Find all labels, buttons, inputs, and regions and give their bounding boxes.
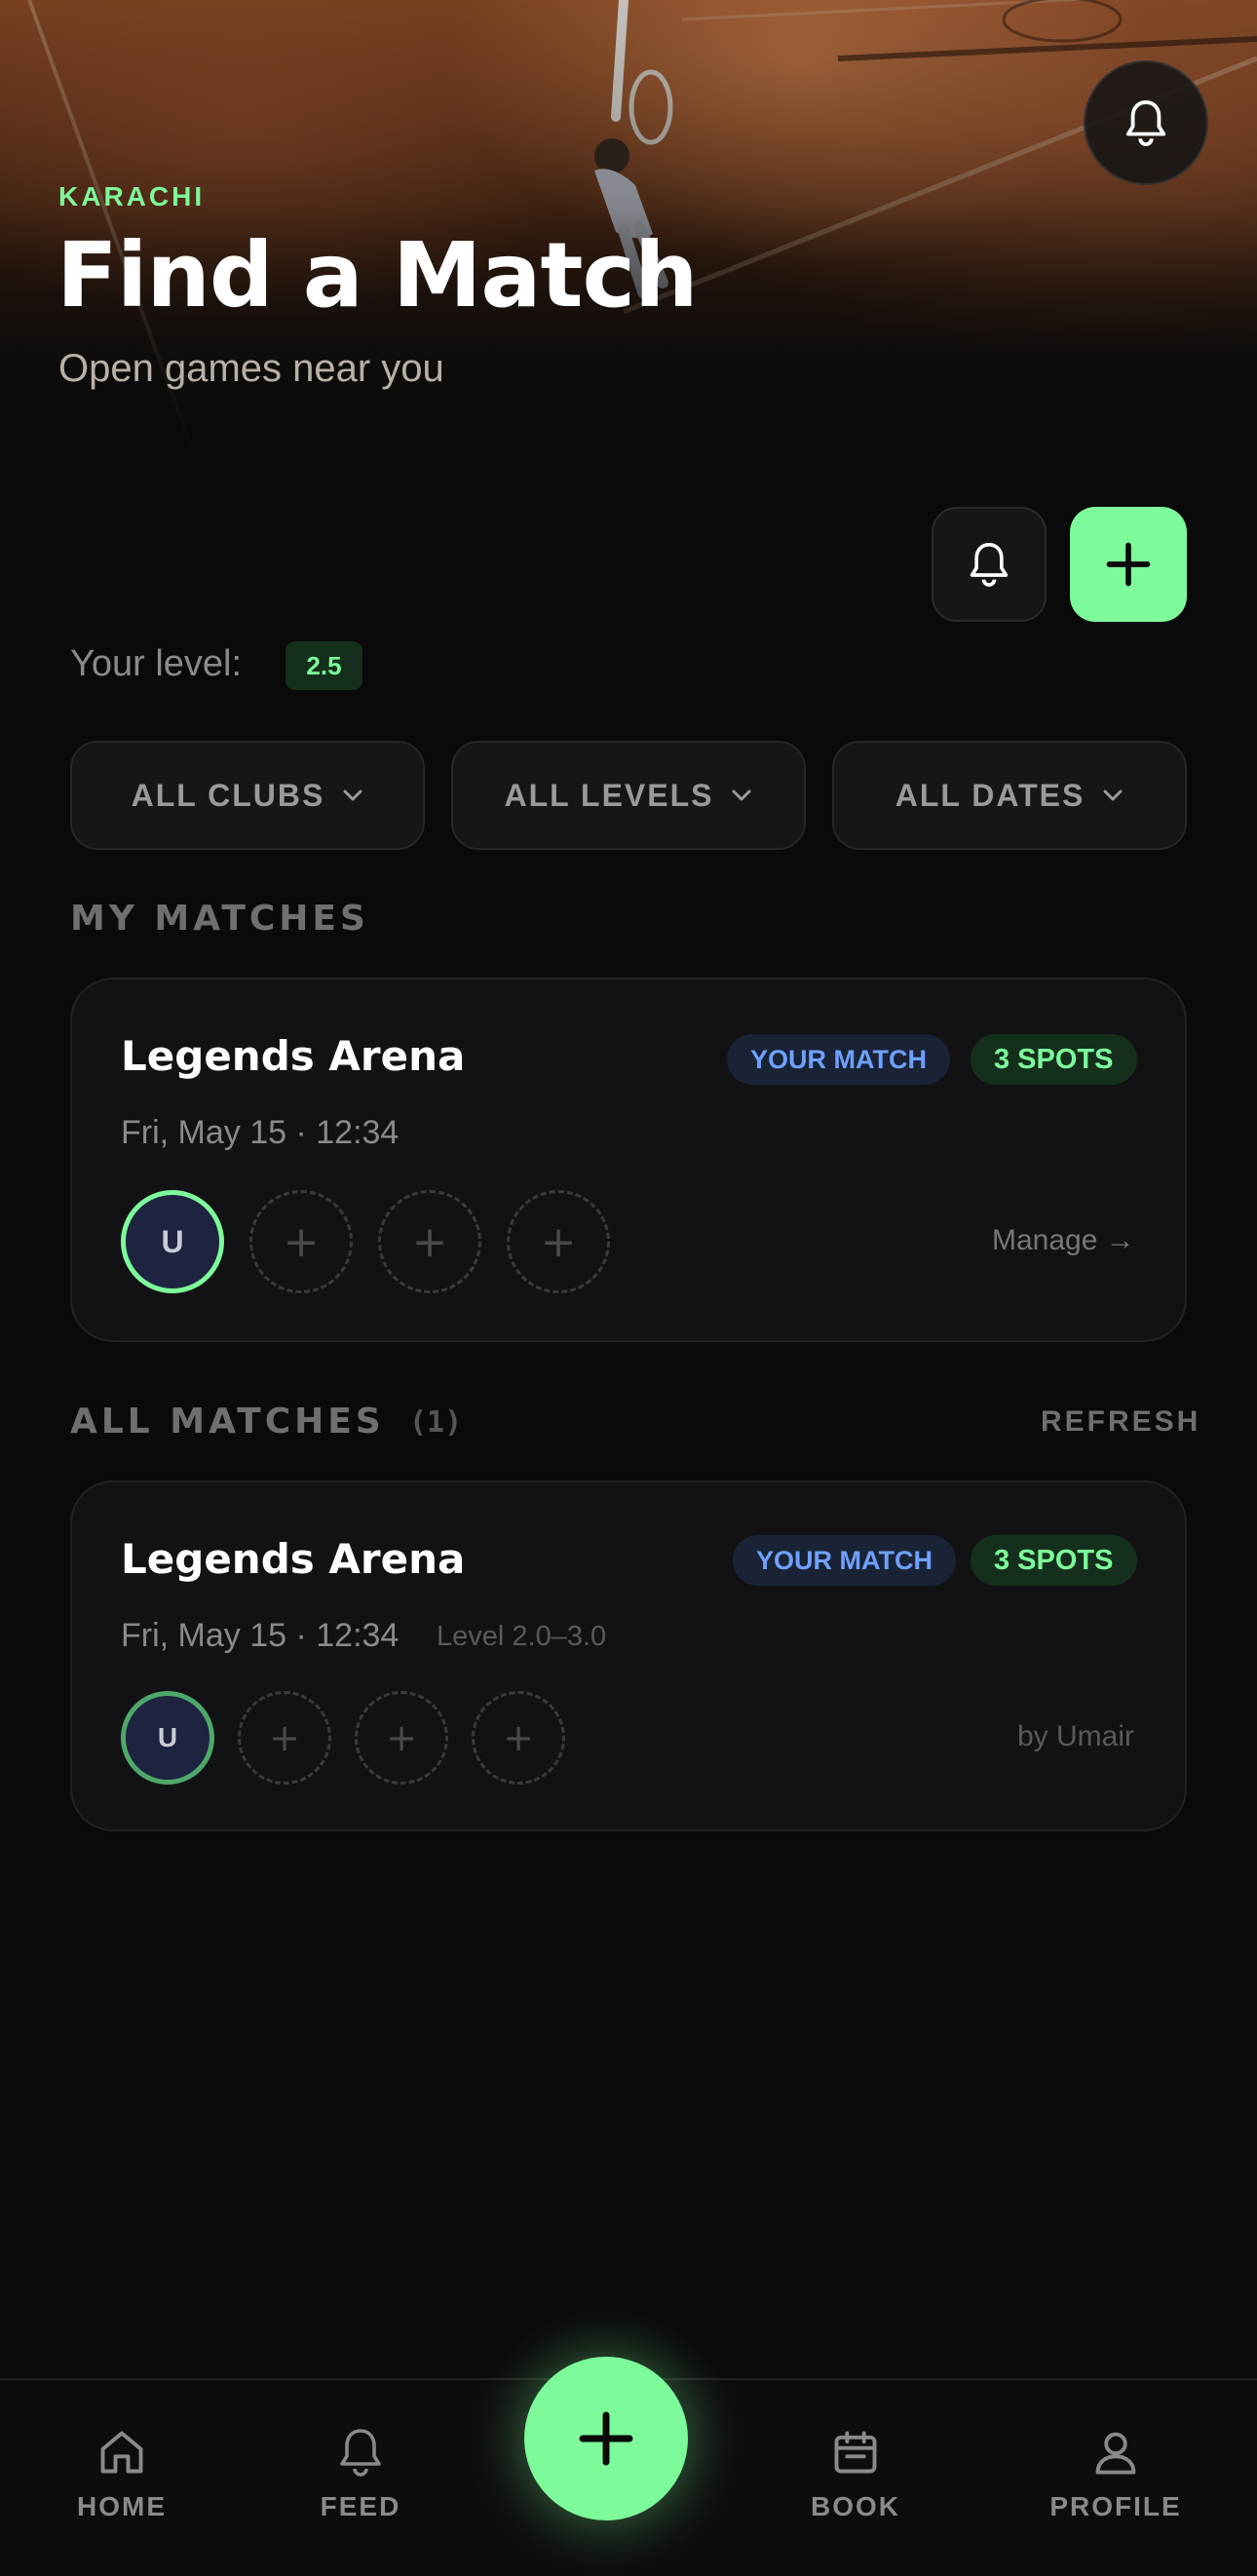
plus-icon [579, 2411, 633, 2466]
spots-badge: 3 SPOTS [971, 1535, 1137, 1586]
create-match-fab[interactable] [524, 2357, 688, 2520]
match-card[interactable]: Legends Arena YOUR MATCH 3 SPOTS Fri, Ma… [70, 1480, 1187, 1831]
avatar: U [121, 1691, 214, 1785]
create-match-button[interactable] [1070, 507, 1187, 622]
match-datetime: Fri, May 15 · 12:34 [121, 1617, 400, 1654]
your-match-badge: YOUR MATCH [733, 1535, 956, 1586]
spots-badge: 3 SPOTS [971, 1034, 1137, 1085]
home-icon [100, 2431, 143, 2474]
levels-filter-label: ALL LEVELS [504, 777, 714, 813]
chevron-down-icon [343, 789, 362, 801]
chevron-down-icon [1103, 789, 1123, 801]
empty-slot[interactable]: + [238, 1691, 331, 1785]
match-datetime: Fri, May 15 · 12:34 [121, 1114, 400, 1151]
nav-book-label: BOOK [811, 2491, 900, 2521]
nav-home-label: HOME [77, 2491, 167, 2521]
nav-profile[interactable]: PROFILE [1018, 2427, 1213, 2522]
manage-link[interactable]: Manage → [992, 1224, 1135, 1257]
calendar-icon [834, 2431, 877, 2474]
user-icon [1095, 2432, 1136, 2475]
bell-icon [1125, 99, 1166, 146]
bell-icon [970, 542, 1009, 587]
chevron-down-icon [732, 789, 751, 801]
clubs-filter[interactable]: ALL CLUBS [70, 741, 425, 850]
empty-slot[interactable]: + [378, 1190, 481, 1293]
club-name: Legends Arena [121, 1032, 466, 1080]
empty-slot[interactable]: + [472, 1691, 565, 1785]
nav-feed-label: FEED [320, 2491, 401, 2521]
level-label: Your level: [70, 643, 243, 684]
empty-slot[interactable]: + [355, 1691, 448, 1785]
my-matches-heading: MY MATCHES [70, 899, 369, 939]
your-match-badge: YOUR MATCH [727, 1034, 950, 1085]
notifications-button[interactable] [1084, 60, 1208, 185]
all-matches-heading: ALL MATCHES [70, 1402, 385, 1442]
page-subtitle: Open games near you [58, 347, 444, 390]
nav-profile-label: PROFILE [1049, 2491, 1182, 2521]
page-title: Find a Match [57, 223, 699, 327]
empty-slot[interactable]: + [507, 1190, 610, 1293]
nav-home[interactable]: HOME [24, 2427, 219, 2522]
dates-filter-label: ALL DATES [895, 777, 1086, 813]
empty-slot[interactable]: + [249, 1190, 353, 1293]
avatar: U [121, 1190, 224, 1293]
nav-feed[interactable]: FEED [263, 2427, 458, 2522]
plus-icon [1106, 542, 1151, 587]
match-alerts-button[interactable] [932, 507, 1047, 622]
matches-count: (1) [409, 1405, 463, 1440]
dates-filter[interactable]: ALL DATES [832, 741, 1187, 850]
level-badge: 2.5 [286, 641, 362, 690]
clubs-filter-label: ALL CLUBS [131, 777, 325, 813]
bell-icon [340, 2429, 381, 2477]
club-name: Legends Arena [121, 1535, 466, 1583]
organizer-label: by Umair [1017, 1720, 1135, 1752]
level-range: Level 2.0–3.0 [437, 1621, 607, 1652]
nav-book[interactable]: BOOK [758, 2427, 953, 2522]
city-label: KARACHI [58, 181, 206, 211]
refresh-button[interactable]: REFRESH [1041, 1405, 1200, 1439]
my-match-card[interactable]: Legends Arena YOUR MATCH 3 SPOTS Fri, Ma… [70, 978, 1187, 1342]
levels-filter[interactable]: ALL LEVELS [451, 741, 806, 850]
